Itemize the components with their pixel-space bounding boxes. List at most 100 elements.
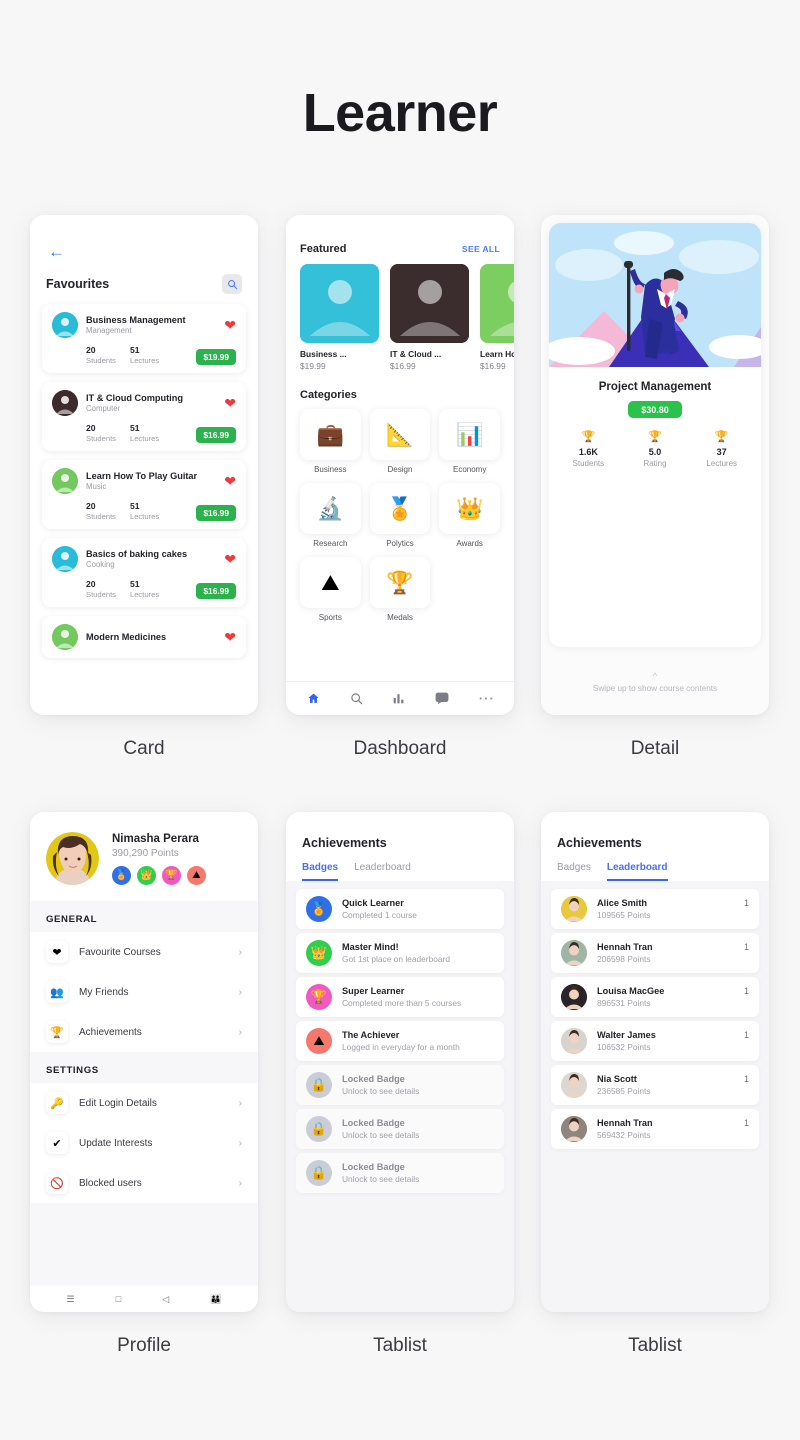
leaderboard-row[interactable]: Louisa MacGee 896531 Points 1 [551,977,759,1017]
course-thumbnail [52,468,78,494]
featured-course[interactable]: Learn How $16.99 [480,264,514,371]
students-label: Students [86,590,116,599]
menu-item[interactable]: 👥 My Friends › [30,972,258,1012]
tab-stats[interactable] [392,692,405,705]
course-card[interactable]: Basics of baking cakes Cooking ❤ 20 Stud… [42,538,246,607]
avatar [561,896,587,922]
trophy-icon[interactable]: 🏆 [162,865,181,885]
badge-row[interactable]: 👑 Master Mind! Got 1st place on leaderbo… [296,933,504,973]
course-stats: 20 Students 51 Lectures $16.99 [52,501,236,521]
course-stats: 20 Students 51 Lectures $19.99 [52,345,236,365]
accessibility-icon[interactable]: 👪 [210,1294,221,1305]
menu-item[interactable]: 🔑 Edit Login Details › [30,1083,258,1123]
phone-badges-screen: Achievements Badges Leaderboard 🏅 Quick L… [286,812,514,1312]
favorite-heart-icon[interactable]: ❤ [224,396,236,410]
back-button[interactable]: ← [30,215,258,262]
course-card[interactable]: Modern Medicines ❤ [42,616,246,658]
badge-row[interactable]: 🏅 Quick Learner Completed 1 course [296,889,504,929]
badge-row[interactable]: 🏆 Super Learner Completed more than 5 co… [296,977,504,1017]
course-category: Management [86,326,132,335]
trophy-icon-glyph: 🏆 [386,569,414,595]
tab-more[interactable] [479,696,493,701]
badge-row[interactable]: 🔒 Locked Badge Unlock to see details [296,1065,504,1105]
tab-home[interactable] [307,692,320,705]
course-card[interactable]: IT & Cloud Computing Computer ❤ 20 Stude… [42,382,246,451]
square-icon[interactable]: □ [116,1294,121,1304]
favorite-heart-icon[interactable]: ❤ [224,474,236,488]
swipe-up-hint[interactable]: ^ Swipe up to show course contents [541,672,769,694]
price-badge[interactable]: $16.99 [196,583,236,599]
leaderboard-row[interactable]: Alice Smith 109565 Points 1 [551,889,759,929]
back-triangle-icon[interactable]: ◁ [162,1294,169,1305]
menu-item[interactable]: ✔ Update Interests › [30,1123,258,1163]
category-cell[interactable]: 👑 Awards [439,483,500,548]
key-icon: 🔑 [46,1092,68,1114]
course-name: Basics of baking cakes [86,549,188,559]
user-points: 109565 Points [597,910,651,920]
detail-stat: 🏆 37 Lectures [688,432,755,469]
search-icon [227,279,237,289]
featured-course[interactable]: IT & Cloud ... $16.99 [390,264,469,371]
favorite-heart-icon[interactable]: ❤ [224,552,236,566]
category-label: Medals [387,613,413,622]
students-label: Students [86,356,116,365]
badge-row[interactable]: 🔒 Locked Badge Unlock to see details [296,1153,504,1193]
badge-description: Logged in everyday for a month [342,1042,460,1052]
category-cell[interactable]: ⛰ Sports [300,557,361,622]
menu-icon[interactable]: ☰ [67,1294,75,1305]
medal-icon[interactable]: 🏅 [112,865,131,885]
menu-item[interactable]: ❤ Favourite Courses › [30,932,258,972]
course-price-badge[interactable]: $30.80 [628,401,682,418]
price-badge[interactable]: $16.99 [196,427,236,443]
category-cell[interactable]: 💼 Business [300,409,361,474]
favorite-heart-icon[interactable]: ❤ [224,630,236,644]
category-cell[interactable]: 🔬 Research [300,483,361,548]
search-button[interactable] [222,274,242,294]
course-card[interactable]: Learn How To Play Guitar Music ❤ 20 Stud… [42,460,246,529]
leaderboard-row[interactable]: Walter James 106532 Points 1 [551,1021,759,1061]
see-all-link[interactable]: SEE ALL [462,244,500,254]
android-nav-bar: ☰ □ ◁ 👪 [30,1286,258,1312]
tab-search[interactable] [350,692,363,705]
tab-leaderboard[interactable]: Leaderboard [606,862,668,881]
badge-row[interactable]: 🔒 Locked Badge Unlock to see details [296,1109,504,1149]
microscope-icon-glyph: 🔬 [316,495,345,521]
achievements-tabs: Badges Leaderboard [302,862,498,881]
featured-course[interactable]: Business ... $19.99 [300,264,379,371]
user-points: 206598 Points [597,954,651,964]
price-badge[interactable]: $19.99 [196,349,236,365]
general-section-label: GENERAL [46,914,98,925]
tab-leaderboard[interactable]: Leaderboard [354,862,411,881]
category-cell[interactable]: 📐 Design [369,409,431,474]
category-cell[interactable]: 📊 Economy [439,409,500,474]
category-cell[interactable]: 🏅 Polytics [369,483,431,548]
user-name: Hennah Tran [597,1118,653,1128]
menu-item[interactable]: 🏆 Achievements › [30,1012,258,1052]
course-card[interactable]: Business Management Management ❤ 20 Stud… [42,304,246,373]
leaderboard-row[interactable]: Hennah Tran 569432 Points 1 [551,1109,759,1149]
crown-icon: 👑 [439,483,500,534]
course-name: IT & Cloud Computing [86,393,183,403]
crown-icon[interactable]: 👑 [137,865,156,885]
microscope-icon: 🔬 [300,483,361,534]
category-cell[interactable]: 🏆 Medals [369,557,431,622]
badge-name: The Achiever [342,1030,400,1040]
badge-row[interactable]: ⛰ The Achiever Logged in everyday for a … [296,1021,504,1061]
badge-description: Unlock to see details [342,1086,420,1096]
leaderboard-row[interactable]: Hennah Tran 206598 Points 1 [551,933,759,973]
mountain-flag-icon[interactable]: ⛰ [187,865,206,885]
students-stat: 20 Students [86,345,116,365]
tab-badges[interactable]: Badges [302,862,339,881]
ruler-pencil-icon-glyph: 📐 [386,421,414,447]
lectures-count: 51 [129,423,140,433]
phone-detail-screen: Project Management $30.80 🏆 1.6K Student… [541,215,769,715]
phone-profile-screen: Nimasha Perara 390,290 Points 🏅 👑 🏆 ⛰ GENER… [30,812,258,1312]
user-rank: 1 [743,986,749,996]
favorite-heart-icon[interactable]: ❤ [224,318,236,332]
tab-badges[interactable]: Badges [557,862,591,881]
menu-item[interactable]: 🚫 Blocked users › [30,1163,258,1203]
chevron-right-icon: › [238,986,242,998]
tab-chat[interactable] [435,692,449,705]
leaderboard-row[interactable]: Nia Scott 236585 Points 1 [551,1065,759,1105]
price-badge[interactable]: $16.99 [196,505,236,521]
